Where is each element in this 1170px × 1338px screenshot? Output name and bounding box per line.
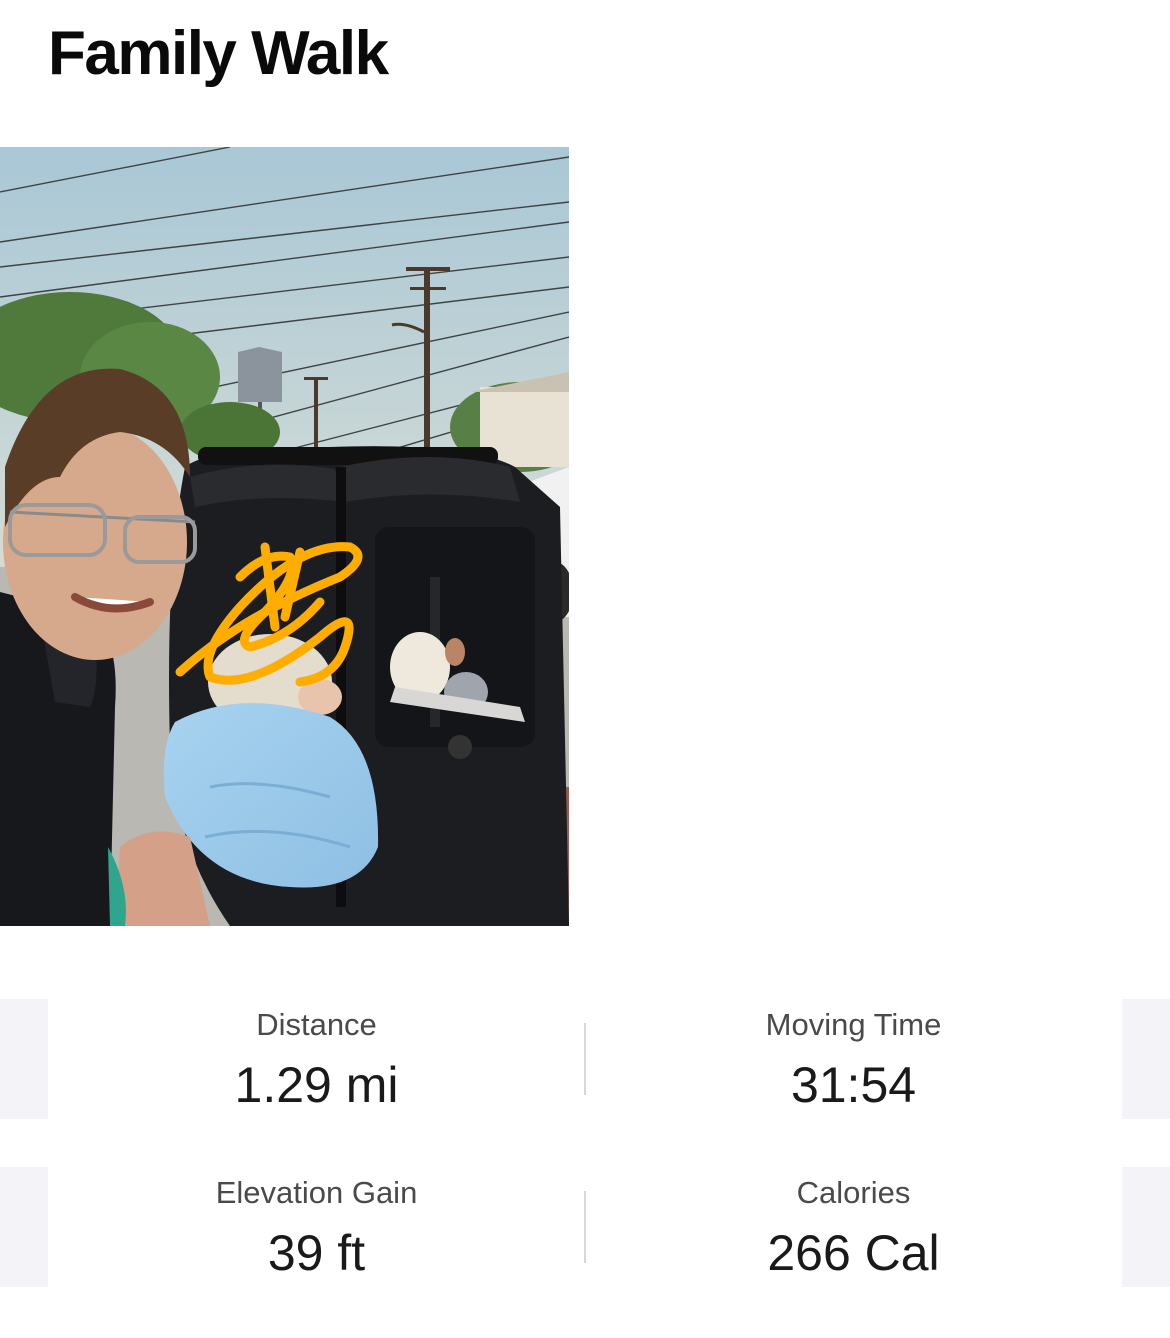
stat-label: Moving Time: [765, 1007, 942, 1042]
stat-value: 39 ft: [267, 1225, 366, 1281]
stats-row: Elevation Gain 39 ft Calories 266 Cal: [48, 1167, 1122, 1287]
stat-label: Elevation Gain: [215, 1175, 418, 1210]
stats-row: Distance 1.29 mi Moving Time 31:54: [48, 999, 1122, 1119]
stat-value: 31:54: [790, 1057, 917, 1113]
activity-photo[interactable]: [0, 147, 569, 926]
stat-label: Calories: [796, 1175, 911, 1210]
stat-elevation-gain: Elevation Gain 39 ft: [48, 1167, 585, 1287]
stat-distance: Distance 1.29 mi: [48, 999, 585, 1119]
stats-row-left-edge: [0, 999, 48, 1119]
stat-value: 1.29 mi: [234, 1057, 399, 1113]
stat-value: 266 Cal: [767, 1225, 940, 1281]
stat-calories: Calories 266 Cal: [585, 1167, 1122, 1287]
stats-row-right-edge: [1122, 999, 1170, 1119]
stats-row-right-edge: [1122, 1167, 1170, 1287]
stat-label: Distance: [256, 1007, 377, 1042]
stat-moving-time: Moving Time 31:54: [585, 999, 1122, 1119]
activity-title: Family Walk: [48, 19, 389, 88]
stats-row-left-edge: [0, 1167, 48, 1287]
